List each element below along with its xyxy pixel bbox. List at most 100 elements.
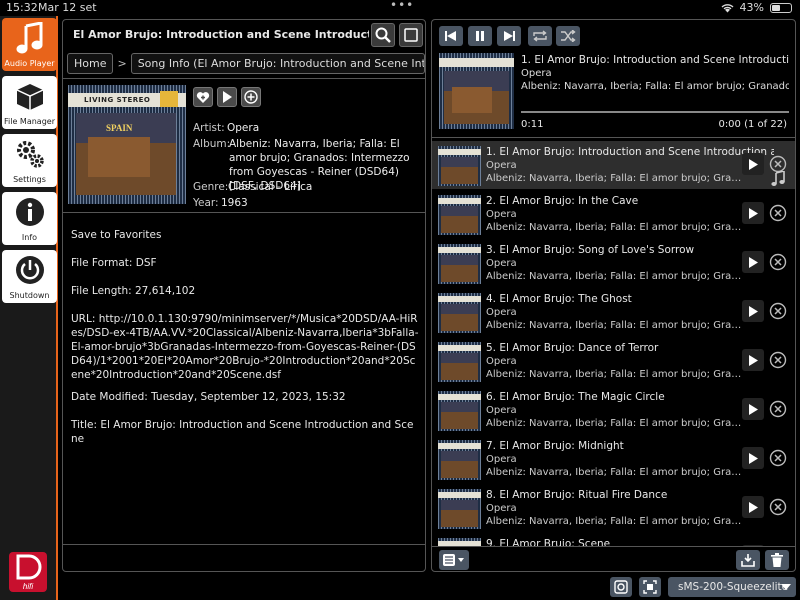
queue-item-title: 2. El Amor Brujo: In the Cave bbox=[486, 195, 639, 207]
sidebar-item-info[interactable]: Info bbox=[2, 192, 57, 245]
queue-row[interactable]: 2. El Amor Brujo: In the Cave Opera Albeni… bbox=[432, 190, 795, 238]
divider bbox=[432, 137, 795, 138]
sidebar-item-label: File Manager bbox=[4, 117, 55, 126]
sidebar-item-shutdown[interactable]: Shutdown bbox=[2, 250, 57, 303]
queue-remove-button[interactable] bbox=[769, 253, 787, 275]
queue-play-button[interactable] bbox=[742, 349, 764, 371]
queue-thumbnail bbox=[438, 489, 481, 529]
progress-bar[interactable] bbox=[521, 111, 789, 113]
close-circle-icon bbox=[769, 498, 787, 516]
queue-row[interactable]: 6. El Amor Brujo: The Magic Circle Opera A… bbox=[432, 386, 795, 434]
favorite-button[interactable] bbox=[193, 87, 213, 107]
player-select-value: sMS-200-Squeezelite bbox=[678, 581, 789, 593]
sidebar-item-audio-player[interactable]: Audio Player bbox=[2, 18, 57, 71]
breadcrumb-home[interactable]: Home bbox=[67, 52, 114, 74]
breadcrumb-current[interactable]: Song Info (El Amor Brujo: Introduction a… bbox=[130, 52, 425, 74]
music-note-icon bbox=[16, 22, 42, 54]
skip-back-icon bbox=[445, 31, 456, 41]
queue-play-button[interactable] bbox=[742, 496, 764, 518]
info-icon bbox=[15, 198, 44, 226]
queue-play-button[interactable] bbox=[742, 153, 764, 175]
queue-row[interactable]: 5. El Amor Brujo: Dance of Terror Opera Al… bbox=[432, 337, 795, 385]
file-url: URL: http://10.0.1.130:9790/minimserver/… bbox=[71, 313, 419, 381]
pause-button[interactable] bbox=[468, 26, 492, 46]
queue-item-title: 1. El Amor Brujo: Introduction and Scene… bbox=[486, 146, 774, 158]
player-select[interactable]: sMS-200-Squeezelite bbox=[668, 577, 796, 597]
queue-thumbnail bbox=[438, 538, 481, 546]
queue-item-artist: Opera bbox=[486, 258, 517, 269]
audio-settings-button[interactable] bbox=[610, 577, 632, 597]
now-playing-art bbox=[439, 53, 514, 129]
play-icon bbox=[748, 305, 758, 317]
queue-play-button[interactable] bbox=[742, 251, 764, 273]
play-icon bbox=[748, 403, 758, 415]
power-icon bbox=[15, 256, 44, 284]
next-track-button[interactable] bbox=[497, 26, 521, 46]
queue-row[interactable]: 9. El Amor Brujo: SceneOpera bbox=[432, 533, 795, 546]
play-song-button[interactable] bbox=[217, 87, 237, 107]
shuffle-icon bbox=[561, 30, 576, 42]
multitask-dots-icon[interactable]: ••• bbox=[390, 0, 414, 12]
divider bbox=[63, 544, 425, 545]
song-actions bbox=[193, 87, 261, 107]
player-screen-button[interactable] bbox=[639, 577, 661, 597]
close-circle-icon bbox=[769, 449, 787, 467]
repeat-button[interactable] bbox=[528, 26, 552, 46]
album-art: LIVING STEREO SPAIN bbox=[68, 85, 186, 204]
queue-row[interactable]: 4. El Amor Brujo: The Ghost Opera Albeniz:… bbox=[432, 288, 795, 336]
queue-item-album: Albeniz: Navarra, Iberia; Falla: El amor… bbox=[486, 271, 742, 282]
album-brand: LIVING STEREO bbox=[84, 96, 151, 104]
select-mode-button[interactable] bbox=[399, 23, 423, 47]
queue-item-album: Albeniz: Navarra, Iberia; Falla: El amor… bbox=[486, 418, 742, 429]
queue-options-button[interactable] bbox=[439, 550, 469, 570]
gears-icon bbox=[16, 141, 44, 168]
queue-play-button[interactable] bbox=[742, 447, 764, 469]
queue-row[interactable]: 7. El Amor Brujo: Midnight Opera Albeniz: … bbox=[432, 435, 795, 483]
save-playlist-button[interactable] bbox=[736, 550, 760, 570]
shuffle-button[interactable] bbox=[556, 26, 580, 46]
queue-play-button[interactable] bbox=[742, 300, 764, 322]
divider bbox=[63, 78, 425, 79]
queue-row[interactable]: 3. El Amor Brujo: Song of Love's Sorrow O… bbox=[432, 239, 795, 287]
queue-item-album: Albeniz: Navarra, Iberia; Falla: El amor… bbox=[486, 222, 742, 233]
play-icon bbox=[748, 501, 758, 513]
song-metadata: Artist: Opera Album: Albeniz: Navarra, I… bbox=[193, 121, 419, 209]
play-icon bbox=[748, 256, 758, 268]
search-button[interactable] bbox=[371, 23, 395, 47]
queue-remove-button[interactable] bbox=[769, 498, 787, 520]
close-circle-icon bbox=[769, 253, 787, 271]
queue-item-album: Albeniz: Navarra, Iberia; Falla: El amor… bbox=[486, 516, 742, 527]
queue-remove-button[interactable] bbox=[769, 449, 787, 471]
play-icon bbox=[748, 452, 758, 464]
album-key: Album: bbox=[193, 138, 231, 150]
genre-key: Genre: bbox=[193, 181, 229, 193]
sidebar-item-file-manager[interactable]: File Manager bbox=[2, 76, 57, 129]
queue-remove-button[interactable] bbox=[769, 204, 787, 226]
queue-row[interactable]: 8. El Amor Brujo: Ritual Fire Dance Opera… bbox=[432, 484, 795, 532]
play-icon bbox=[748, 354, 758, 366]
queue-remove-button[interactable] bbox=[769, 302, 787, 324]
queue-list[interactable]: 1. El Amor Brujo: Introduction and Scene… bbox=[432, 141, 795, 546]
add-to-queue-button[interactable] bbox=[241, 87, 261, 107]
queue-item-title: 3. El Amor Brujo: Song of Love's Sorrow bbox=[486, 244, 695, 256]
clear-queue-button[interactable] bbox=[765, 550, 789, 570]
previous-track-button[interactable] bbox=[439, 26, 463, 46]
battery-percent: 43% bbox=[739, 1, 764, 14]
queue-play-button[interactable] bbox=[742, 398, 764, 420]
album-cover-word: SPAIN bbox=[106, 123, 133, 133]
year-value: 1963 bbox=[221, 197, 248, 209]
queue-remove-button[interactable] bbox=[769, 351, 787, 373]
queue-item-artist: Opera bbox=[486, 503, 517, 514]
queue-thumbnail bbox=[438, 146, 481, 186]
queue-item-title: 8. El Amor Brujo: Ritual Fire Dance bbox=[486, 489, 668, 501]
search-icon bbox=[375, 27, 391, 43]
hifi-logo: hifi bbox=[9, 552, 47, 592]
queue-row[interactable]: 1. El Amor Brujo: Introduction and Scene… bbox=[432, 141, 795, 189]
divider bbox=[432, 546, 795, 547]
sidebar-item-settings[interactable]: Settings bbox=[2, 134, 57, 187]
save-to-favorites-link[interactable]: Save to Favorites bbox=[71, 228, 419, 242]
genre-value: Classical - Lirica bbox=[228, 181, 313, 193]
queue-remove-button[interactable] bbox=[769, 400, 787, 422]
sacd-badge-icon bbox=[160, 91, 178, 107]
queue-play-button[interactable] bbox=[742, 202, 764, 224]
